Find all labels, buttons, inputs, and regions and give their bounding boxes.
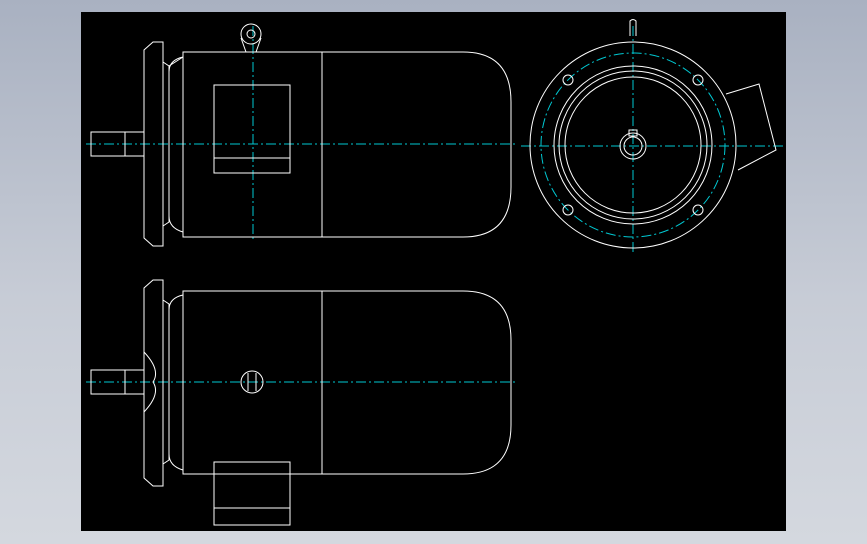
end-view: [521, 19, 783, 252]
side-view-bottom: [86, 279, 516, 526]
flange-outline: [529, 41, 737, 249]
terminal-box: [213, 84, 291, 174]
lifting-eye: [240, 23, 262, 53]
cad-viewport[interactable]: [81, 12, 786, 531]
terminal-box: [213, 461, 291, 526]
side-view-top: [86, 23, 516, 247]
terminal-box-end: [725, 83, 777, 171]
motor-drawing: [86, 19, 783, 526]
